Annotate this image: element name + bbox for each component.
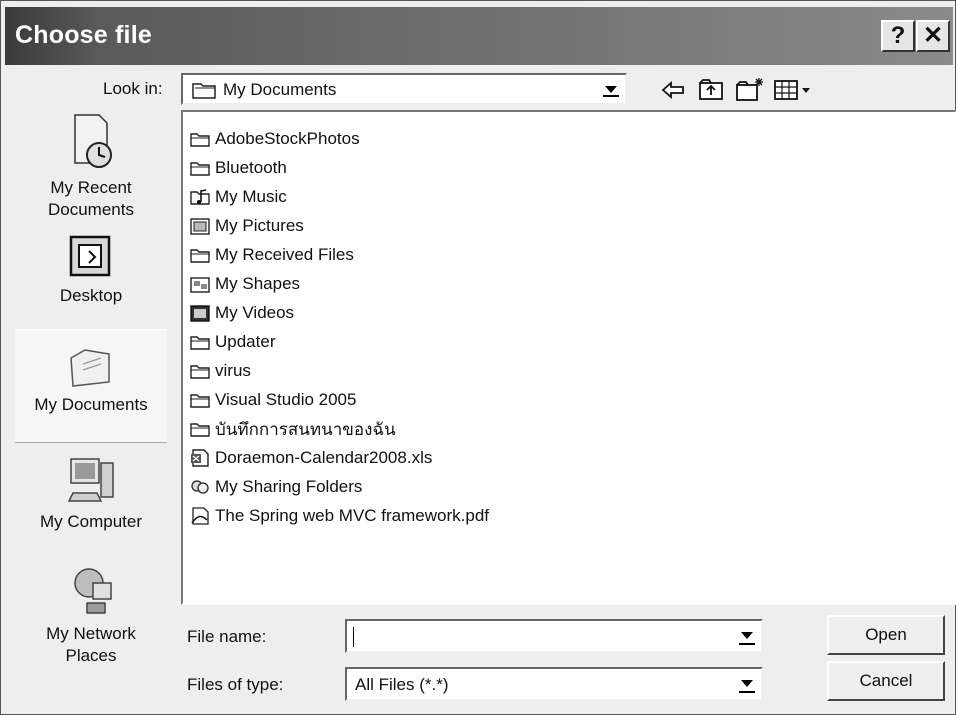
file-name: Visual Studio 2005 <box>215 390 357 409</box>
list-item[interactable]: My Pictures <box>189 213 304 239</box>
file-name: My Music <box>215 187 287 206</box>
file-name: บันทึกการสนทนาของฉัน <box>215 419 396 439</box>
place-my-documents[interactable]: My Documents <box>15 329 167 443</box>
look-in-label: Look in: <box>103 79 163 98</box>
look-in-dropdown-arrow[interactable] <box>599 77 623 101</box>
recent-documents-icon <box>74 114 112 168</box>
place-my-recent-documents[interactable]: My Recent Documents <box>15 111 167 221</box>
desktop-icon <box>69 235 111 277</box>
place-label: Desktop <box>59 286 123 305</box>
file-name: My Shapes <box>215 274 301 293</box>
place-my-computer[interactable]: My Computer <box>15 453 167 533</box>
file-name: My Sharing Folders <box>215 477 363 496</box>
list-item[interactable]: My Videos <box>189 300 294 326</box>
look-in-dropdown[interactable]: My Documents <box>181 73 627 105</box>
folder-icon <box>190 162 210 176</box>
list-item[interactable]: บันทึกการสนทนาของฉัน <box>189 416 396 442</box>
place-desktop[interactable]: Desktop <box>15 233 167 307</box>
list-item[interactable]: virus <box>189 358 251 384</box>
folder-icon <box>190 423 210 437</box>
music-folder-icon <box>190 189 210 205</box>
new-folder-icon[interactable] <box>733 75 767 105</box>
file-name-dropdown-arrow[interactable] <box>735 623 759 649</box>
my-documents-icon <box>70 349 110 387</box>
list-item[interactable]: Visual Studio 2005 <box>189 387 356 413</box>
folder-icon <box>190 133 210 147</box>
sharing-folders-icon <box>191 480 209 494</box>
open-button[interactable]: Open <box>827 615 945 655</box>
folder-icon <box>190 336 210 350</box>
place-label: My Computer <box>39 512 143 531</box>
list-item[interactable]: The Spring web MVC framework.pdf <box>189 503 489 529</box>
text-cursor <box>353 627 354 647</box>
view-menu-icon[interactable] <box>771 75 817 105</box>
my-computer-icon <box>67 458 114 502</box>
list-item[interactable]: My Shapes <box>189 271 300 297</box>
shapes-folder-icon <box>190 277 210 293</box>
file-type-dropdown[interactable]: All Files (*.*) <box>345 667 763 701</box>
folder-icon <box>190 249 210 263</box>
window-title: Choose file <box>15 21 152 49</box>
file-name: virus <box>215 361 251 380</box>
place-label: My Network <box>46 624 136 643</box>
excel-file-icon <box>191 449 209 467</box>
list-item[interactable]: Updater <box>189 329 275 355</box>
file-name-label: File name: <box>187 627 267 646</box>
list-item[interactable]: My Sharing Folders <box>189 474 362 500</box>
up-folder-icon[interactable] <box>695 75 729 105</box>
videos-folder-icon <box>190 305 210 322</box>
file-name: Updater <box>215 332 276 351</box>
pictures-folder-icon <box>190 218 210 235</box>
place-label: My Recent <box>50 178 132 197</box>
folder-icon <box>190 365 210 379</box>
choose-file-dialog: Choose file ? ✕ Look in: My Documents My… <box>0 0 956 715</box>
file-name: My Videos <box>215 303 295 322</box>
file-name: My Received Files <box>215 245 354 264</box>
file-name: The Spring web MVC framework.pdf <box>215 506 489 525</box>
network-places-icon <box>74 568 112 614</box>
list-item[interactable]: AdobeStockPhotos <box>189 126 360 152</box>
place-label: Documents <box>48 200 134 219</box>
file-name: Bluetooth <box>215 158 287 177</box>
place-my-network-places[interactable]: My Network Places <box>15 563 167 667</box>
list-item[interactable]: Bluetooth <box>189 155 287 181</box>
place-label: Places <box>65 646 117 665</box>
look-in-value: My Documents <box>223 80 337 99</box>
title-bar: Choose file ? ✕ <box>5 7 953 65</box>
list-item[interactable]: Doraemon-Calendar2008.xls <box>189 445 432 471</box>
pdf-file-icon <box>191 507 209 525</box>
places-bar: My Recent Documents Desktop My Documents <box>15 101 167 691</box>
folder-icon <box>190 394 210 408</box>
place-label: My Documents <box>34 395 148 414</box>
file-name: Doraemon-Calendar2008.xls <box>215 448 433 467</box>
list-item[interactable]: My Music <box>189 184 287 210</box>
file-type-value: All Files (*.*) <box>355 675 449 694</box>
file-type-dropdown-arrow[interactable] <box>735 671 759 697</box>
list-item[interactable]: My Received Files <box>189 242 354 268</box>
close-button[interactable]: ✕ <box>916 20 950 52</box>
back-icon[interactable] <box>657 75 691 105</box>
file-list[interactable]: AdobeStockPhotos Bluetooth My Music My P… <box>181 110 956 605</box>
cancel-button[interactable]: Cancel <box>827 661 945 701</box>
file-type-label: Files of type: <box>187 675 284 694</box>
my-documents-small-icon <box>192 83 216 99</box>
file-name: My Pictures <box>215 216 304 235</box>
file-name: AdobeStockPhotos <box>215 129 360 148</box>
file-name-input[interactable] <box>345 619 763 653</box>
help-button[interactable]: ? <box>881 20 915 52</box>
